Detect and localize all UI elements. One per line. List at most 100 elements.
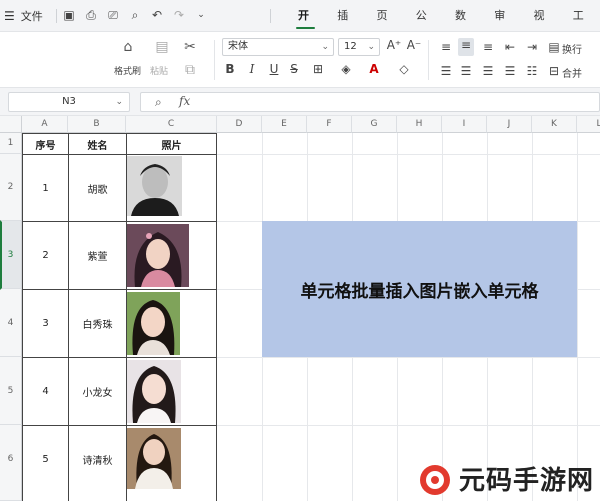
column-header[interactable]: G	[352, 116, 397, 133]
increase-font-icon[interactable]: A⁺	[386, 38, 402, 52]
photo-thumbnail[interactable]	[127, 428, 181, 489]
menu-bar: ☰ 文件 ▣ ⎙ ⎚ ⌕ ↶ ↷ ⌄ 开始 插入 页面 公式 数据 审阅 视图 …	[0, 0, 600, 54]
copy-icon[interactable]: ⧉	[180, 61, 200, 79]
column-header[interactable]: J	[487, 116, 532, 133]
align-center-icon[interactable]: ☰	[458, 64, 474, 78]
cell-id[interactable]: 4	[23, 358, 68, 425]
cell-id[interactable]: 2	[23, 222, 68, 289]
cut-icon[interactable]: ✂	[180, 38, 200, 56]
formula-input[interactable]: ⌕ fx	[140, 92, 600, 112]
row-header[interactable]: 2	[0, 154, 22, 221]
border-icon[interactable]: ⊞	[310, 62, 326, 76]
font-color-icon[interactable]: A	[366, 62, 382, 76]
name-box[interactable]: N3 ⌄	[8, 92, 130, 112]
paste-icon[interactable]: ▤	[152, 38, 172, 56]
distributed-icon[interactable]: ☷	[524, 64, 540, 78]
undo-icon[interactable]: ↶	[150, 8, 164, 22]
chevron-down-icon: ⌄	[321, 42, 329, 52]
tab-review[interactable]: 审阅	[482, 0, 521, 54]
column-header[interactable]: I	[442, 116, 487, 133]
column-header[interactable]: H	[397, 116, 442, 133]
photo-thumbnail[interactable]	[127, 156, 182, 216]
tab-data[interactable]: 数据	[443, 0, 482, 54]
header-cell-photo[interactable]: 照片	[127, 134, 216, 154]
tab-tools[interactable]: 工具	[561, 0, 600, 54]
zoom-icon[interactable]: ⌕	[155, 95, 162, 110]
merge-button[interactable]: 合并	[562, 65, 582, 80]
format-painter-icon[interactable]: ⌂	[118, 38, 138, 56]
cell-name[interactable]: 紫萱	[69, 222, 126, 289]
align-left-icon[interactable]: ☰	[438, 64, 454, 78]
indent-increase-icon[interactable]: ⇥	[524, 40, 540, 54]
fx-icon[interactable]: fx	[179, 94, 190, 108]
export-pdf-icon[interactable]: ⎙	[84, 8, 98, 22]
gridline	[577, 133, 578, 501]
wrap-text-icon[interactable]: ▤	[546, 40, 562, 54]
photo-thumbnail[interactable]	[127, 224, 189, 287]
column-header[interactable]: D	[217, 116, 262, 133]
cell-id[interactable]: 3	[23, 290, 68, 357]
row-header[interactable]: 5	[0, 357, 22, 425]
print-preview-icon[interactable]: ⌕	[128, 8, 142, 22]
paste-button[interactable]: 粘贴	[150, 64, 168, 77]
tab-page[interactable]: 页面	[365, 0, 404, 54]
indent-decrease-icon[interactable]: ⇤	[502, 40, 518, 54]
save-icon[interactable]: ▣	[62, 8, 76, 22]
selected-row-indicator	[0, 220, 24, 290]
cell-name[interactable]: 胡歌	[69, 155, 126, 221]
wrap-text-button[interactable]: 换行	[562, 41, 582, 56]
cell-name[interactable]: 白秀珠	[69, 290, 126, 357]
strikethrough-icon[interactable]: S	[286, 62, 302, 76]
cell-name[interactable]: 诗清秋	[69, 426, 126, 493]
fill-color-icon[interactable]: ◈	[338, 62, 354, 76]
more-icon[interactable]: ⌄	[194, 8, 208, 22]
photo-thumbnail[interactable]	[127, 292, 180, 355]
italic-icon[interactable]: I	[244, 62, 260, 76]
column-header[interactable]: C	[126, 116, 217, 133]
header-cell-id[interactable]: 序号	[23, 134, 68, 154]
tab-view[interactable]: 视图	[522, 0, 561, 54]
align-right-icon[interactable]: ☰	[480, 64, 496, 78]
divider	[428, 40, 429, 80]
redo-icon[interactable]: ↷	[172, 8, 186, 22]
format-painter-button[interactable]: 格式刷	[114, 64, 141, 77]
ribbon-toolbar: ⌂ 格式刷 ▤ 粘贴 ✂ ⧉ 宋体 ⌄ 12 ⌄ A⁺ A⁻ B I U S ⊞…	[0, 32, 600, 88]
align-middle-icon[interactable]: ≡	[458, 38, 474, 56]
column-header[interactable]: B	[68, 116, 126, 133]
font-name-select[interactable]: 宋体 ⌄	[222, 38, 334, 56]
print-icon[interactable]: ⎚	[106, 8, 120, 22]
file-menu[interactable]: 文件	[21, 8, 43, 24]
bold-icon[interactable]: B	[222, 62, 238, 76]
ribbon-tabs: 开始 插入 页面 公式 数据 审阅 视图 工具	[286, 0, 600, 54]
column-header[interactable]: A	[22, 116, 68, 133]
decrease-font-icon[interactable]: A⁻	[406, 38, 422, 52]
tab-insert[interactable]: 插入	[325, 0, 364, 54]
font-size-value: 12	[344, 41, 357, 52]
column-header[interactable]: L	[577, 116, 600, 133]
cell-id[interactable]: 1	[23, 155, 68, 221]
column-header[interactable]: K	[532, 116, 577, 133]
column-header[interactable]: E	[262, 116, 307, 133]
tab-home[interactable]: 开始	[286, 0, 325, 54]
underline-icon[interactable]: U	[266, 62, 282, 76]
cell-id[interactable]: 5	[23, 426, 68, 493]
spreadsheet-grid[interactable]: A B C D E F G H I J K L 1 2 3 4 5 6 序号 姓…	[0, 116, 600, 501]
merged-cell-banner[interactable]: 单元格批量插入图片嵌入单元格	[262, 221, 577, 357]
row-header[interactable]: 1	[0, 133, 22, 154]
photo-thumbnail[interactable]	[127, 360, 181, 423]
cell-name[interactable]: 小龙女	[69, 358, 126, 425]
header-cell-name[interactable]: 姓名	[69, 134, 126, 154]
clear-format-icon[interactable]: ◇	[396, 62, 412, 76]
merge-icon[interactable]: ⊟	[546, 64, 562, 78]
justify-icon[interactable]: ☰	[502, 64, 518, 78]
select-all-corner[interactable]	[0, 116, 22, 133]
row-header[interactable]: 6	[0, 425, 22, 501]
align-top-icon[interactable]: ≡	[438, 40, 454, 54]
column-header[interactable]: F	[307, 116, 352, 133]
row-header[interactable]: 4	[0, 289, 22, 357]
hamburger-menu-icon[interactable]: ☰	[4, 9, 15, 23]
tab-formula[interactable]: 公式	[404, 0, 443, 54]
font-size-select[interactable]: 12 ⌄	[338, 38, 380, 56]
align-bottom-icon[interactable]: ≡	[480, 40, 496, 54]
chevron-down-icon: ⌄	[367, 42, 375, 52]
